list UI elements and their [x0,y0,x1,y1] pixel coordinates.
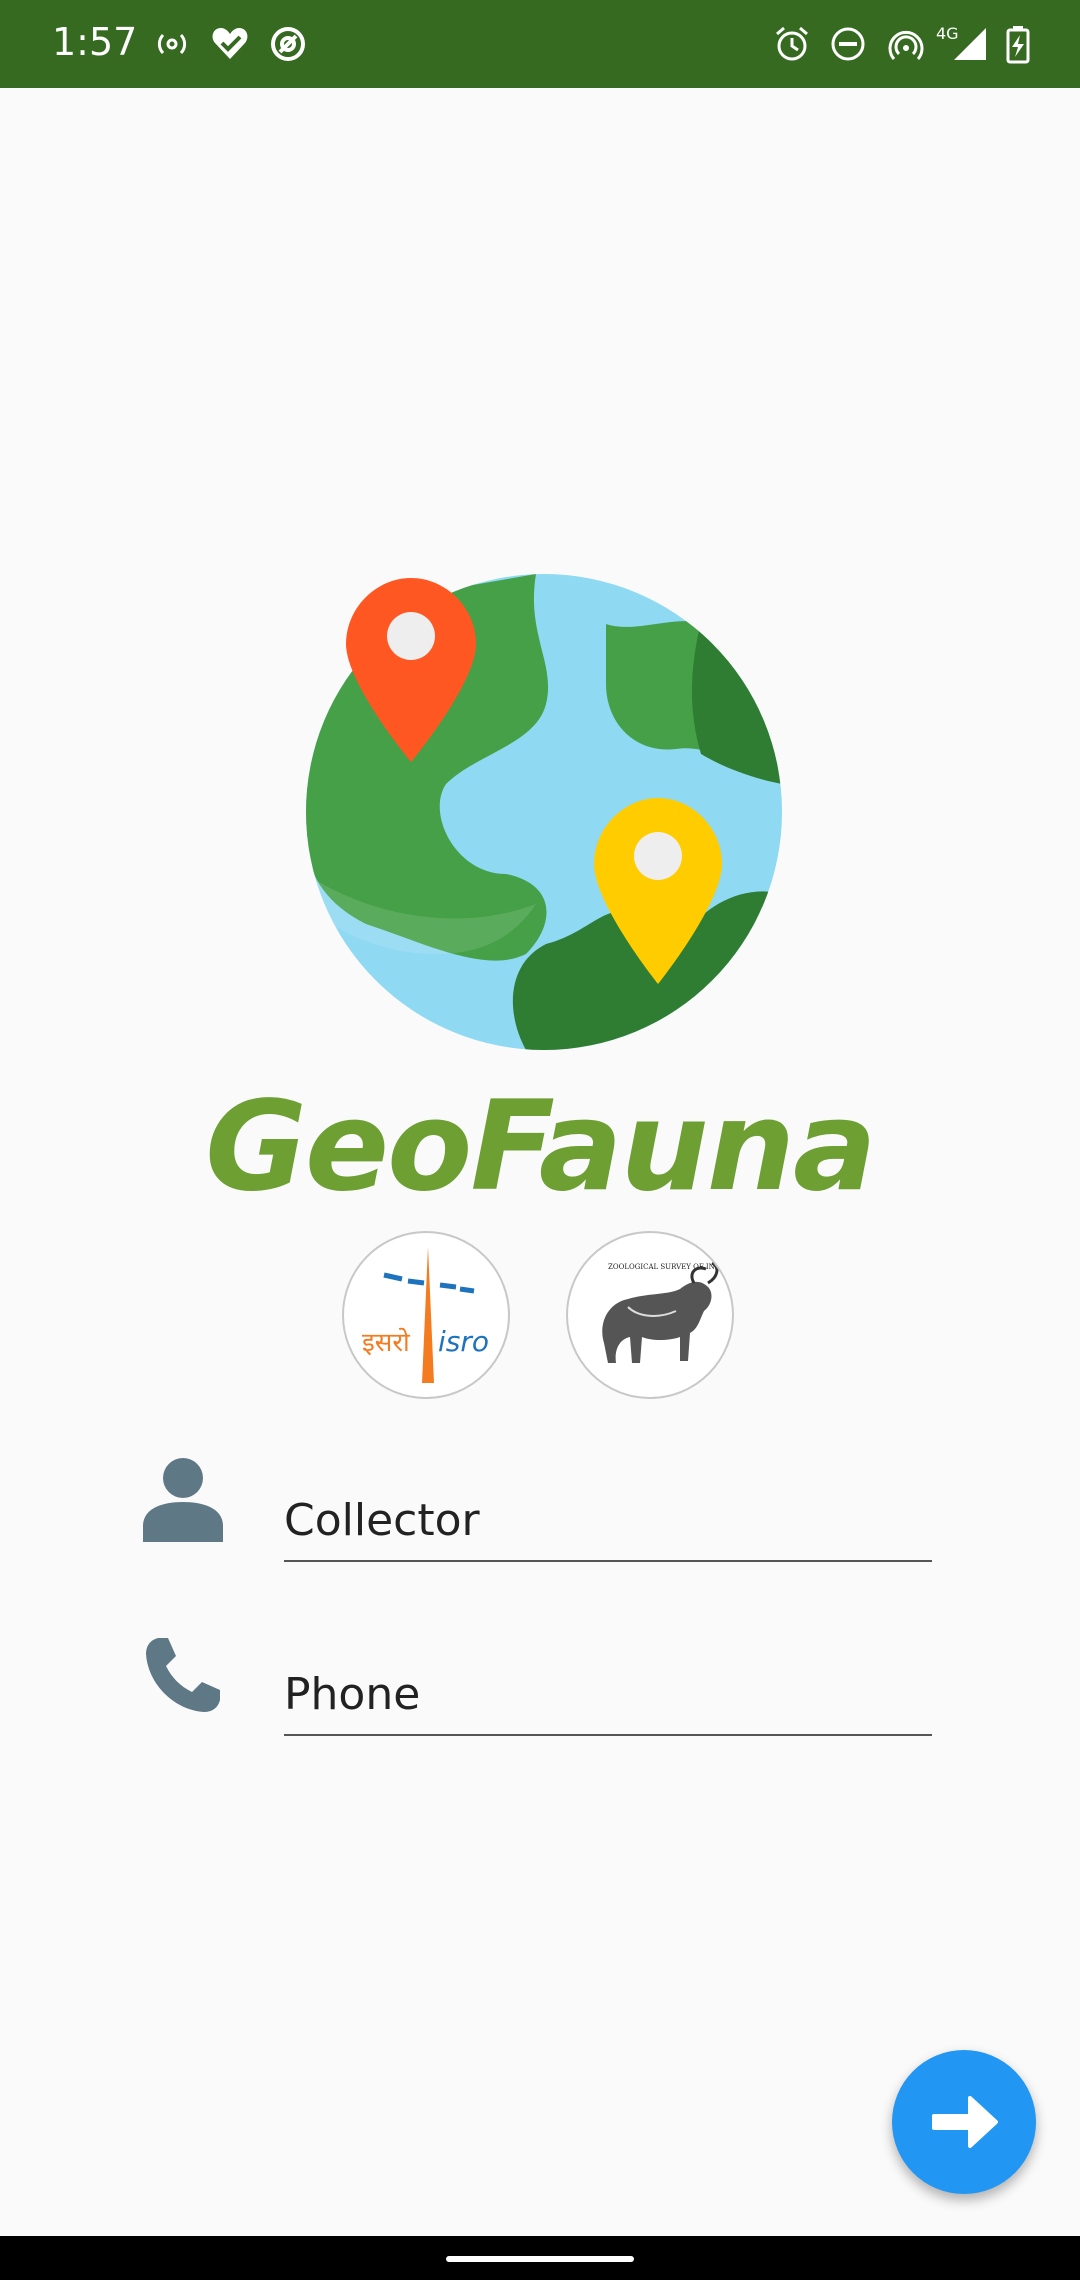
signal-icon [954,28,986,60]
person-icon [143,1458,223,1542]
next-button[interactable] [892,2050,1036,2194]
navigation-bar [0,2236,1080,2280]
screen: 1:57 4G GeoFauna इसरो isro ZOOLOGICAL SU… [0,0,1080,2280]
battery-charging-icon [1006,26,1030,64]
phone-input[interactable] [284,1654,932,1736]
arrow-right-icon [932,2096,998,2148]
cast-icon [888,30,924,60]
isro-logo: इसरो isro [342,1231,510,1399]
collector-input[interactable] [284,1480,932,1562]
status-bar: 1:57 4G [0,0,1080,88]
hotspot-icon [157,33,187,55]
zoological-survey-logo: ZOOLOGICAL SURVEY OF INDIA 1916 [566,1231,734,1399]
isro-latin-text: isro [438,1325,489,1358]
status-time: 1:57 [52,20,138,64]
dnd-icon [831,27,865,61]
heart-check-icon [212,28,248,59]
phone-field-row [140,1630,940,1750]
collector-field-row [140,1456,940,1576]
globe-with-pins-icon [306,574,782,1050]
at-sign-icon [271,27,305,61]
phone-icon [146,1638,220,1712]
alarm-icon [776,26,808,61]
home-gesture-handle[interactable] [446,2256,634,2262]
app-title: GeoFauna [205,1075,876,1219]
isro-hindi-text: इसरो [362,1327,411,1358]
